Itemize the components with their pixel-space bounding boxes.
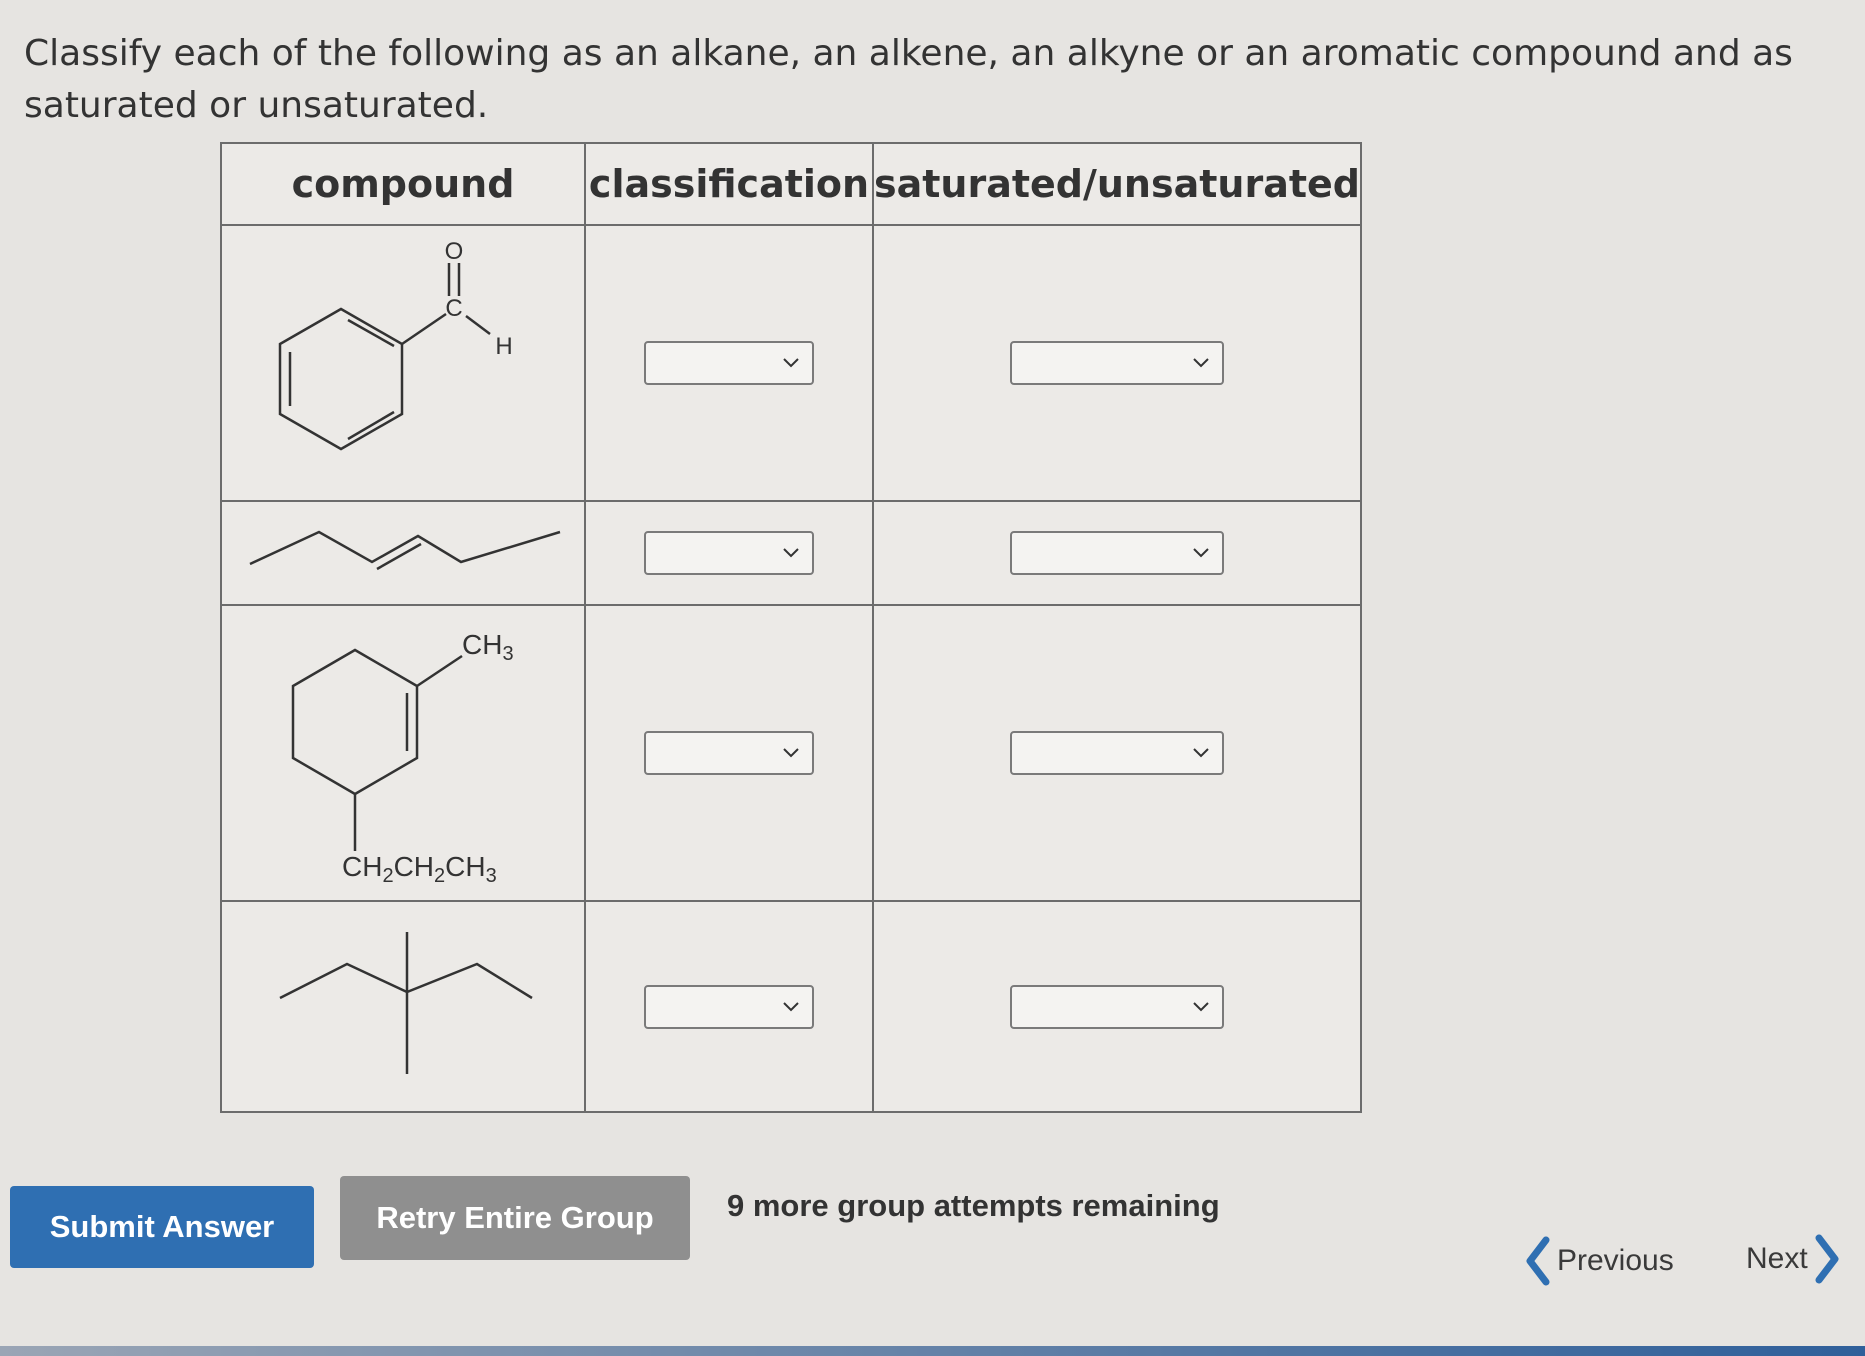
classification-cell [584, 900, 874, 1113]
table-row: O C H [220, 224, 1362, 502]
retry-group-button[interactable]: Retry Entire Group [340, 1176, 690, 1260]
compound-cell: O C H [220, 224, 586, 502]
classification-cell [584, 224, 874, 502]
header-saturation: saturated/unsaturated [872, 142, 1362, 226]
chevron-left-icon [1526, 1236, 1550, 1286]
table-row [220, 500, 1362, 606]
propyl-label: CH2CH2CH3 [342, 851, 497, 887]
chevron-down-icon [783, 748, 799, 758]
chevron-down-icon [1193, 358, 1209, 368]
chevron-down-icon [1193, 548, 1209, 558]
attempts-remaining-text: 9 more group attempts remaining [727, 1188, 1220, 1223]
compound-cell: CH3 CH2CH2CH3 [220, 604, 586, 902]
classification-dropdown[interactable] [644, 341, 814, 385]
next-label: Next [1746, 1242, 1808, 1275]
carbon-label: C [445, 295, 462, 322]
saturation-dropdown[interactable] [1009, 984, 1224, 1029]
classification-dropdown[interactable] [644, 731, 814, 775]
header-compound: compound [220, 142, 586, 226]
bottom-bar [0, 1346, 1865, 1356]
classification-dropdown[interactable] [644, 984, 814, 1029]
submit-answer-button[interactable]: Submit Answer [10, 1186, 314, 1268]
table-header-row: compound classification saturated/unsatu… [220, 142, 1362, 226]
compound-cell [220, 500, 586, 606]
oxygen-label: O [445, 238, 464, 265]
previous-label: Previous [1557, 1244, 1674, 1277]
hydrogen-label: H [495, 333, 512, 360]
cyclohexene-structure: CH3 CH2CH2CH3 [291, 629, 514, 887]
classification-table: compound classification saturated/unsatu… [220, 142, 1362, 1113]
chevron-down-icon [783, 548, 799, 558]
saturation-cell [872, 900, 1362, 1113]
saturation-cell [872, 500, 1362, 606]
question-text: Classify each of the following as an alk… [24, 33, 1793, 126]
table-row [220, 900, 1362, 1113]
compound-cell [220, 900, 586, 1113]
chevron-down-icon [1193, 1001, 1209, 1011]
saturation-dropdown[interactable] [1009, 341, 1224, 385]
chevron-right-icon [1815, 1234, 1839, 1284]
next-link[interactable]: Next [1746, 1234, 1840, 1284]
table-row: CH3 CH2CH2CH3 [220, 604, 1362, 902]
branched-alkane-structure [279, 932, 533, 1074]
saturation-cell [872, 604, 1362, 902]
chevron-down-icon [783, 1001, 799, 1011]
saturation-dropdown[interactable] [1009, 531, 1224, 575]
alkene-structure [249, 530, 561, 571]
classification-dropdown[interactable] [644, 531, 814, 575]
benzaldehyde-structure: O C H [278, 238, 513, 451]
classification-cell [584, 500, 874, 606]
classification-cell [584, 604, 874, 902]
previous-link[interactable]: Previous [1525, 1236, 1674, 1286]
saturation-cell [872, 224, 1362, 502]
chevron-down-icon [1193, 748, 1209, 758]
chevron-down-icon [783, 358, 799, 368]
methyl-label: CH3 [462, 629, 514, 665]
header-classification: classification [584, 142, 874, 226]
saturation-dropdown[interactable] [1009, 731, 1224, 775]
